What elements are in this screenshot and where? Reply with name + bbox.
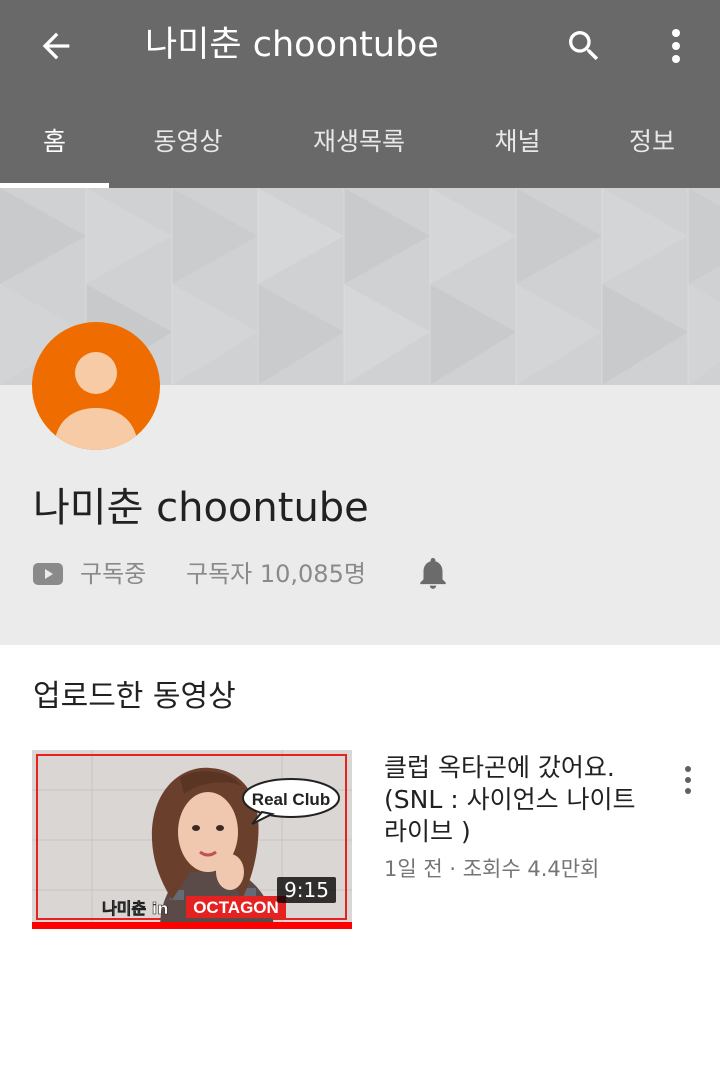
more-options-button[interactable] bbox=[650, 16, 702, 76]
svg-text:Real Club: Real Club bbox=[252, 790, 330, 809]
tab-home[interactable]: 홈 bbox=[0, 92, 109, 188]
bell-icon bbox=[420, 557, 446, 589]
svg-text:나미춘 in: 나미춘 in bbox=[102, 899, 169, 918]
video-thumbnail[interactable]: Real Club 나미춘 in OCTAGON 9:15 bbox=[32, 750, 352, 929]
default-avatar-icon bbox=[54, 352, 138, 450]
avatar[interactable] bbox=[32, 322, 160, 450]
more-vert-icon bbox=[672, 29, 680, 63]
tab-label: 홈 bbox=[42, 127, 66, 156]
subscribed-button[interactable]: 구독중 bbox=[80, 556, 146, 592]
video-more-options-button[interactable] bbox=[668, 758, 708, 802]
uploads-section-title: 업로드한 동영상 bbox=[33, 679, 236, 714]
search-icon bbox=[569, 31, 599, 61]
tab-label: 정보 bbox=[628, 127, 675, 156]
page-title: 나미춘 choontube bbox=[145, 25, 439, 65]
svg-text:OCTAGON: OCTAGON bbox=[193, 898, 279, 917]
arrow-back-icon bbox=[42, 32, 70, 60]
search-button[interactable] bbox=[553, 16, 615, 76]
tab-bar: 홈 동영상 재생목록 채널 정보 bbox=[0, 92, 720, 188]
back-button[interactable] bbox=[24, 16, 88, 76]
tab-label: 채널 bbox=[494, 127, 541, 156]
tab-about[interactable]: 정보 bbox=[584, 92, 720, 188]
toolbar: 나미춘 choontube bbox=[0, 0, 720, 92]
app-bar: 나미춘 choontube 홈 동영상 재생목록 채널 정보 bbox=[0, 0, 720, 188]
tab-label: 동영상 bbox=[153, 127, 223, 156]
subscriber-count: 구독자 10,085명 bbox=[186, 560, 366, 588]
tab-playlists[interactable]: 재생목록 bbox=[267, 92, 451, 188]
youtube-icon bbox=[33, 563, 63, 585]
channel-name: 나미춘 choontube bbox=[33, 485, 369, 531]
tab-label: 재생목록 bbox=[312, 127, 405, 156]
tab-channels[interactable]: 채널 bbox=[451, 92, 584, 188]
video-meta: 1일 전 · 조회수 4.4만회 bbox=[384, 857, 600, 881]
video-item[interactable]: Real Club 나미춘 in OCTAGON 9:15 클럽 옥타곤에 갔어… bbox=[32, 750, 708, 932]
tab-videos[interactable]: 동영상 bbox=[109, 92, 267, 188]
more-vert-icon bbox=[685, 766, 691, 794]
notification-bell-button[interactable] bbox=[411, 548, 455, 598]
video-duration: 9:15 bbox=[277, 877, 336, 903]
watch-progress-bar bbox=[32, 922, 352, 929]
video-title[interactable]: 클럽 옥타곤에 갔어요. (SNL : 사이언스 나이트 라이브 ) bbox=[384, 752, 654, 848]
